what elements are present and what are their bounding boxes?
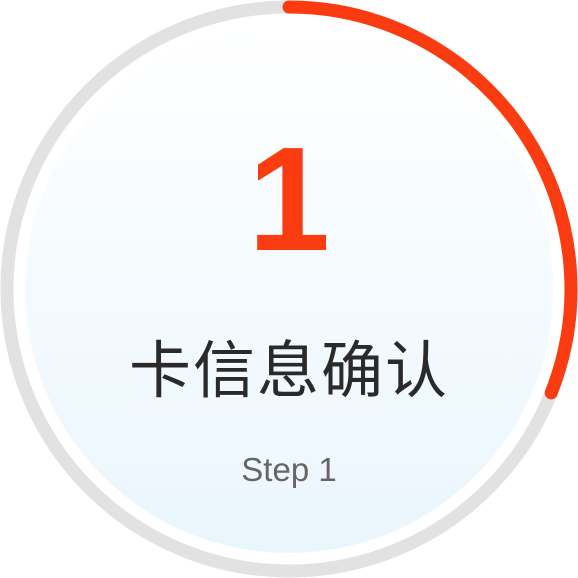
step-caption: Step 1 [241,451,337,488]
step-indicator: 1 卡信息确认 Step 1 [0,0,578,578]
step-number: 1 [247,117,331,282]
step-title: 卡信息确认 [128,334,449,407]
